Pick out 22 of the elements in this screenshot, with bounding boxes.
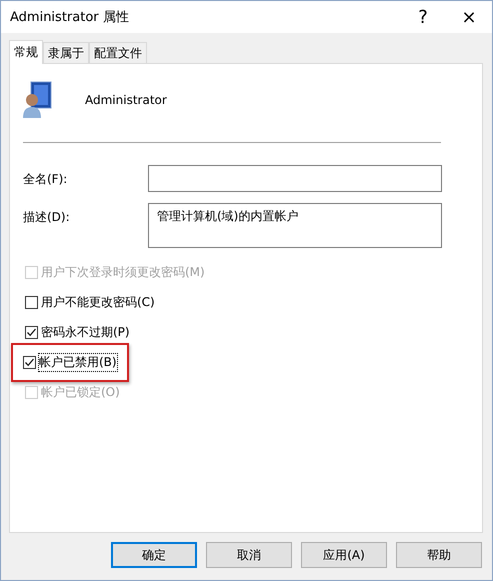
field-label: 描述(D): (23, 209, 71, 226)
tab[interactable]: 配置文件 (89, 42, 147, 63)
dialog-button[interactable]: 应用(A) (301, 542, 387, 568)
help-button[interactable]: ? (400, 1, 446, 33)
tab[interactable]: 常规 (9, 40, 43, 64)
checkbox[interactable] (25, 296, 38, 309)
user-computer-icon (23, 80, 53, 120)
user-name: Administrator (85, 93, 167, 107)
tab[interactable]: 隶属于 (43, 42, 89, 63)
description-field[interactable]: 管理计算机(域)的内置帐户 (148, 203, 442, 248)
dialog-button[interactable]: 帮助 (396, 542, 482, 568)
field-label: 全名(F): (23, 171, 68, 188)
checkbox[interactable] (23, 356, 36, 369)
checkbox[interactable] (25, 326, 38, 339)
window-title: Administrator 属性 (10, 9, 130, 26)
checkbox-label[interactable]: 密码永不过期(P) (41, 324, 130, 341)
dialog-button[interactable]: 确定 (111, 542, 197, 568)
checkbox-label[interactable]: 用户不能更改密码(C) (41, 294, 155, 311)
input-field[interactable] (148, 165, 442, 192)
checkbox-label[interactable]: 帐户已禁用(B) (39, 354, 117, 371)
close-button[interactable]: × (446, 1, 492, 33)
dialog-button[interactable]: 取消 (206, 542, 292, 568)
